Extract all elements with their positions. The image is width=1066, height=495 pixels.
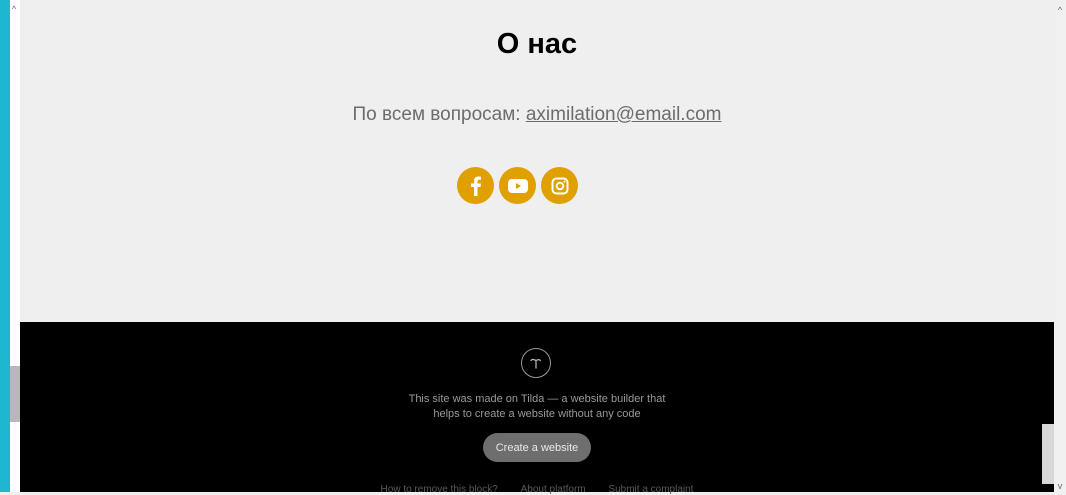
- about-section: О нас По всем вопросам: aximilation@emai…: [20, 0, 1054, 322]
- contact-email-link[interactable]: aximilation@email.com: [526, 104, 722, 125]
- submit-complaint-link[interactable]: Submit a complaint: [608, 484, 693, 495]
- contact-line: По всем вопросам: aximilation@email.com: [20, 104, 1054, 126]
- facebook-button[interactable]: [457, 167, 494, 204]
- vertical-scrollbar[interactable]: ^ v: [1054, 0, 1066, 492]
- scroll-down-icon[interactable]: v: [1055, 480, 1065, 492]
- footer-links: How to remove this block? About platform…: [20, 484, 1054, 495]
- tilda-footer: This site was made on Tilda — a website …: [20, 322, 1054, 495]
- tilda-logo-icon[interactable]: [521, 348, 551, 378]
- remove-block-link[interactable]: How to remove this block?: [381, 484, 498, 495]
- instagram-button[interactable]: [541, 167, 578, 204]
- right-gutter-block: [1042, 424, 1054, 484]
- scroll-up-icon[interactable]: ^: [1055, 4, 1065, 16]
- tilda-description-line1: This site was made on Tilda — a website …: [408, 393, 666, 405]
- page-title: О нас: [496, 28, 578, 60]
- youtube-button[interactable]: [499, 167, 536, 204]
- left-gutter-block: [10, 366, 20, 422]
- tilda-description-line2: helps to create a website without any co…: [433, 408, 641, 420]
- left-edge-bar: [0, 0, 10, 492]
- facebook-icon: [470, 176, 481, 196]
- chevron-up-icon[interactable]: ^: [12, 4, 20, 14]
- about-platform-link[interactable]: About platform: [521, 484, 586, 495]
- instagram-icon: [551, 177, 568, 194]
- tilda-description: This site was made on Tilda — a website …: [20, 392, 1054, 422]
- social-links: [457, 167, 578, 204]
- contact-label: По всем вопросам:: [352, 104, 526, 125]
- create-website-button[interactable]: Create a website: [483, 433, 591, 462]
- youtube-icon: [507, 178, 528, 193]
